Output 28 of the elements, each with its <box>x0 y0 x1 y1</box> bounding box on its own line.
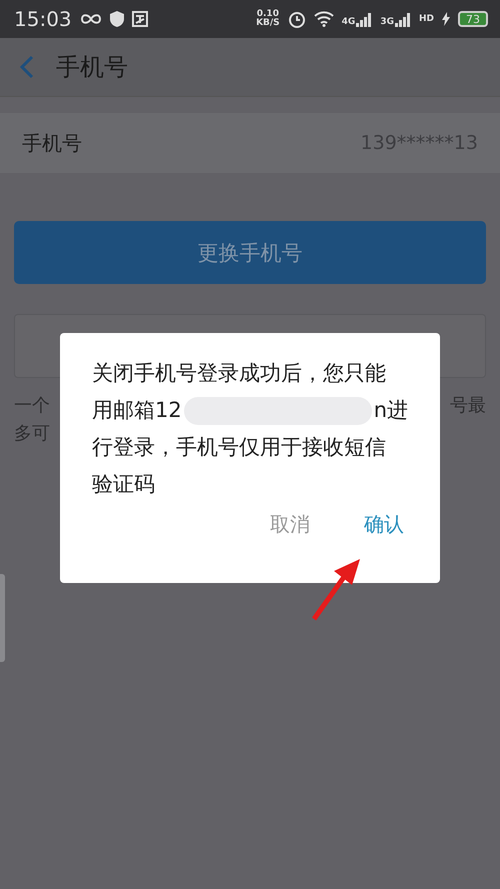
lightning-icon <box>442 12 450 26</box>
alarm-clock-icon <box>288 10 306 28</box>
network-label: 3G <box>380 17 394 27</box>
side-handle[interactable] <box>0 574 5 662</box>
confirm-button[interactable]: 确认 <box>364 511 404 538</box>
dialog-message: 行登录，手机号仅用于接收短信 <box>92 434 386 461</box>
network-label: 4G <box>342 17 356 27</box>
page-title: 手机号 <box>56 52 128 83</box>
status-time: 15:03 <box>14 7 72 31</box>
dialog-message: 关闭手机号登录成功后，您只能 <box>92 360 386 387</box>
wifi-icon <box>314 11 334 27</box>
dialog-message: 验证码 <box>92 471 155 498</box>
app-icon <box>132 11 148 27</box>
cancel-button[interactable]: 取消 <box>270 511 310 538</box>
signal-icon <box>356 11 372 27</box>
hd-label: HD <box>418 14 434 24</box>
signal-icon <box>394 11 411 27</box>
dialog-message: 用邮箱12 <box>92 397 182 424</box>
phone-label: 手机号 <box>22 130 82 156</box>
pointer-arrow <box>310 557 362 621</box>
back-icon[interactable] <box>20 55 34 79</box>
infinity-icon <box>80 13 102 25</box>
battery-level: 73 <box>458 11 488 27</box>
speed-unit: KB/S <box>256 19 280 28</box>
dialog-message: n进 <box>374 397 408 424</box>
speed-value: 0.10 <box>256 10 279 19</box>
change-phone-button[interactable]: 更换手机号 <box>14 221 486 284</box>
shield-icon <box>110 11 124 27</box>
